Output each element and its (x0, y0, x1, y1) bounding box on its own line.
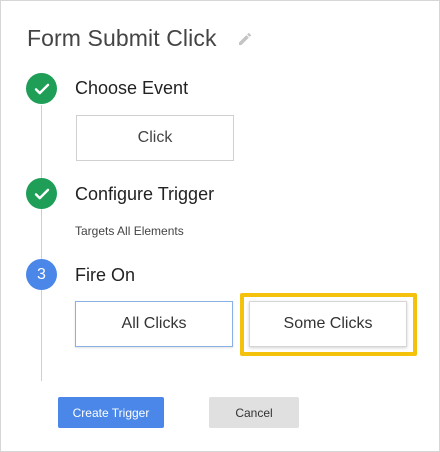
step-label-choose-event: Choose Event (75, 78, 189, 98)
create-trigger-button[interactable]: Create Trigger (58, 397, 164, 428)
timeline-line (41, 105, 42, 381)
step-3-number: 3 (37, 265, 46, 283)
some-clicks-label: Some Clicks (283, 315, 373, 332)
step-2-check-icon (26, 178, 57, 209)
step-1-check-icon (26, 73, 57, 104)
all-clicks-label: All Clicks (121, 315, 187, 332)
cancel-button[interactable]: Cancel (209, 397, 299, 428)
step-label-fire-on: Fire On (75, 265, 136, 285)
event-type-label: Click (137, 129, 173, 146)
trigger-editor-panel: Form Submit Click Choose Event Click Con… (0, 0, 440, 452)
configure-summary: Targets All Elements (75, 224, 184, 238)
event-type-button[interactable]: Click (76, 115, 234, 161)
some-clicks-option[interactable]: Some Clicks (249, 301, 407, 347)
step-label-configure-trigger: Configure Trigger (75, 184, 215, 204)
step-3-number-badge: 3 (26, 259, 57, 290)
trigger-title: Form Submit Click (27, 25, 217, 51)
all-clicks-option[interactable]: All Clicks (75, 301, 233, 347)
pencil-icon[interactable] (237, 31, 253, 47)
